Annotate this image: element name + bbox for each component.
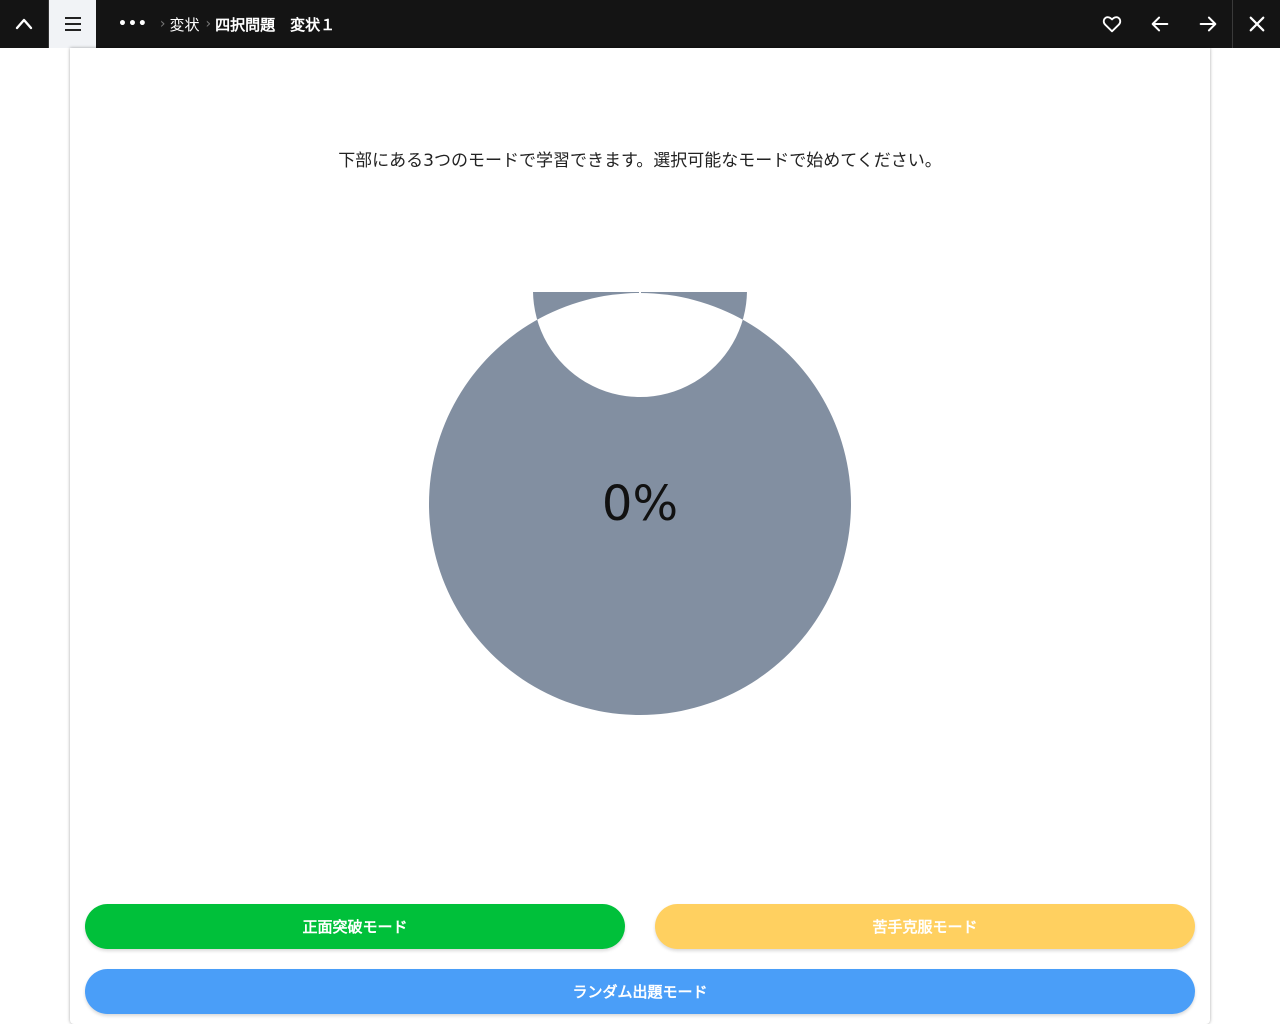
heart-icon [1102, 16, 1122, 33]
chevron-right-icon: › [159, 16, 166, 32]
ellipsis-icon[interactable]: ••• [118, 16, 148, 32]
progress-percent-label: 0% [601, 476, 679, 532]
menu-button[interactable] [48, 0, 96, 48]
arrow-left-icon [1151, 16, 1169, 32]
arrow-right-icon [1199, 16, 1217, 32]
next-button[interactable] [1184, 0, 1232, 48]
front-mode-button[interactable]: 正面突破モード [85, 904, 625, 949]
chevron-right-icon: › [205, 16, 212, 32]
breadcrumb-current: 四択問題 変状１ [215, 15, 336, 34]
progress-donut-chart: 0% [428, 183, 852, 716]
intro-text: 下部にある3つのモードで学習できます。選択可能なモードで始めてください。 [338, 151, 942, 171]
chevron-up-icon [15, 18, 33, 30]
previous-button[interactable] [1136, 0, 1184, 48]
favorite-button[interactable] [1088, 0, 1136, 48]
hamburger-menu-icon [64, 17, 81, 31]
study-card: 下部にある3つのモードで学習できます。選択可能なモードで始めてください。 0% … [70, 48, 1210, 1024]
top-bar: ••• › 変状 › 四択問題 変状１ [0, 0, 1280, 48]
random-mode-button[interactable]: ランダム出題モード [85, 969, 1195, 1014]
close-icon [1249, 16, 1264, 32]
breadcrumb: ••• › 変状 › 四択問題 変状１ [118, 0, 335, 48]
close-button[interactable] [1232, 0, 1280, 48]
weak-mode-button[interactable]: 苦手克服モード [655, 904, 1195, 949]
collapse-button[interactable] [0, 0, 48, 48]
breadcrumb-item[interactable]: 変状 [169, 14, 199, 35]
